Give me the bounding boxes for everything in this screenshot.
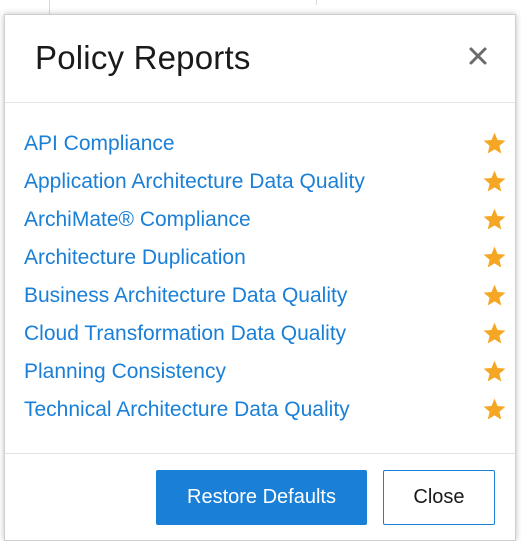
close-icon[interactable]: [465, 43, 491, 69]
star-icon[interactable]: [482, 131, 507, 156]
report-list-item: Architecture Duplication: [5, 240, 515, 278]
report-list: API Compliance Application Architecture D…: [5, 126, 515, 430]
star-icon[interactable]: [482, 169, 507, 194]
policy-reports-dialog: Policy Reports API Compliance Application…: [4, 14, 516, 541]
report-link[interactable]: Architecture Duplication: [24, 246, 246, 270]
star-icon[interactable]: [482, 359, 507, 384]
report-link[interactable]: Business Architecture Data Quality: [24, 284, 347, 308]
report-link[interactable]: Cloud Transformation Data Quality: [24, 322, 346, 346]
report-list-item: API Compliance: [5, 126, 515, 164]
page: Policy Reports API Compliance Application…: [0, 0, 521, 541]
dialog-footer: Restore Defaults Close: [5, 453, 515, 541]
star-icon[interactable]: [482, 245, 507, 270]
report-list-item: Cloud Transformation Data Quality: [5, 316, 515, 354]
report-link[interactable]: API Compliance: [24, 132, 175, 156]
close-button[interactable]: Close: [383, 470, 495, 525]
star-icon[interactable]: [482, 321, 507, 346]
report-link[interactable]: Planning Consistency: [24, 360, 226, 384]
report-link[interactable]: Technical Architecture Data Quality: [24, 398, 350, 422]
star-icon[interactable]: [482, 283, 507, 308]
report-link[interactable]: ArchiMate® Compliance: [24, 208, 251, 232]
report-list-item: Application Architecture Data Quality: [5, 164, 515, 202]
background-column-divider: [316, 0, 317, 5]
report-list-item: Planning Consistency: [5, 354, 515, 392]
restore-defaults-button[interactable]: Restore Defaults: [156, 470, 367, 525]
background-table-header: [0, 0, 521, 7]
star-icon[interactable]: [482, 207, 507, 232]
dialog-title: Policy Reports: [35, 39, 251, 76]
report-list-item: Technical Architecture Data Quality: [5, 392, 515, 430]
star-icon[interactable]: [482, 397, 507, 422]
report-list-item: Business Architecture Data Quality: [5, 278, 515, 316]
dialog-header: Policy Reports: [5, 15, 515, 103]
report-link[interactable]: Application Architecture Data Quality: [24, 170, 365, 194]
report-list-item: ArchiMate® Compliance: [5, 202, 515, 240]
